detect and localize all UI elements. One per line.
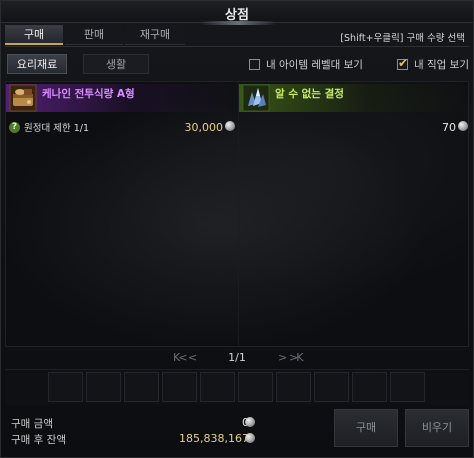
item-level-label: 내 아이템 레벨대 보기 — [266, 59, 363, 71]
shop-window: 상점 구매 판매 재구매 [Shift+우클릭] 구매 수량 선택 요리재료 생… — [0, 0, 474, 458]
cart-slot[interactable] — [352, 372, 387, 402]
list-item[interactable]: 알 수 없는 결정 70 — [239, 82, 468, 136]
balance-label: 구매 후 잔액 — [11, 434, 66, 446]
silver-coin-icon — [225, 121, 235, 131]
cart-slot[interactable] — [48, 372, 83, 402]
tab-buy[interactable]: 구매 — [5, 25, 63, 45]
main-tabs: 구매 판매 재구매 — [5, 25, 185, 45]
food-ration-icon — [9, 84, 37, 112]
tab-sell[interactable]: 판매 — [65, 25, 123, 45]
cart-slot[interactable] — [124, 372, 159, 402]
purchase-limit: ? 원정대 제한 1/1 — [9, 120, 89, 134]
subtab-cooking-materials[interactable]: 요리재료 — [7, 54, 67, 74]
tab-rebuy[interactable]: 재구매 — [125, 25, 185, 45]
item-level-filter[interactable]: 내 아이템 레벨대 보기 — [249, 57, 363, 72]
buy-button[interactable]: 구매 — [334, 409, 398, 447]
quantity-hint: [Shift+우클릭] 구매 수량 선택 — [340, 33, 465, 44]
item-name: 케나인 전투식량 A형 — [42, 88, 135, 100]
title-bar[interactable]: 상점 — [1, 1, 473, 23]
silver-coin-icon — [458, 121, 468, 131]
last-page-button[interactable]: >K — [289, 351, 304, 364]
my-class-checkbox[interactable] — [397, 56, 408, 70]
balance-value: 185,838,167 — [179, 432, 249, 445]
question-icon: ? — [9, 121, 20, 133]
list-item[interactable]: 케나인 전투식량 A형 ? 원정대 제한 1/1 30,000 — [6, 82, 237, 136]
my-class-label: 내 직업 보기 — [414, 59, 469, 71]
item-list: 케나인 전투식량 A형 ? 원정대 제한 1/1 30,000 알 수 없는 결… — [5, 81, 469, 347]
limit-text: 원정대 제한 1/1 — [24, 123, 90, 134]
tab-divider — [5, 46, 469, 47]
item-price: 30,000 — [184, 121, 224, 134]
cart-slot[interactable] — [390, 372, 425, 402]
cart-slot[interactable] — [314, 372, 349, 402]
item-price: 70 — [442, 121, 456, 134]
clear-button[interactable]: 비우기 — [405, 409, 469, 447]
my-class-filter[interactable]: 내 직업 보기 — [397, 56, 469, 72]
crystal-icon — [242, 84, 270, 112]
cart-slot[interactable] — [238, 372, 273, 402]
silver-coin-icon — [245, 417, 255, 427]
cart-slots — [48, 372, 425, 402]
cart-slot[interactable] — [276, 372, 311, 402]
buy-amount-label: 구매 금액 — [11, 418, 53, 430]
title-ornament — [200, 21, 276, 25]
silver-coin-icon — [245, 433, 255, 443]
item-grade-strip — [239, 84, 468, 112]
cart-slot[interactable] — [86, 372, 121, 402]
cart-slot[interactable] — [162, 372, 197, 402]
page-indicator: 1/1 — [228, 351, 246, 364]
item-level-checkbox[interactable] — [249, 59, 260, 70]
item-name: 알 수 없는 결정 — [275, 88, 344, 100]
subtab-life[interactable]: 생활 — [83, 54, 149, 74]
cart-slot[interactable] — [200, 372, 235, 402]
next-page-button[interactable]: > — [278, 351, 287, 364]
